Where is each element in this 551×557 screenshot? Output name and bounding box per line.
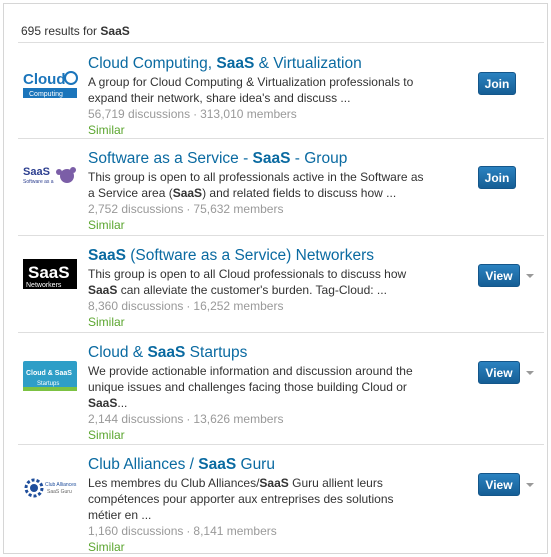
similar-link[interactable]: Similar bbox=[88, 218, 428, 233]
view-button[interactable]: View bbox=[478, 473, 520, 496]
search-results-panel: 695 results for SaaS Cloud Computing Clo… bbox=[3, 3, 548, 554]
separator: · bbox=[186, 299, 191, 313]
title-text: Guru bbox=[236, 456, 275, 473]
members-count: 13,626 members bbox=[193, 412, 284, 426]
logo-lettering: Club Alliances bbox=[45, 482, 77, 488]
view-button[interactable]: View bbox=[478, 264, 520, 287]
logo-lettering: Cloud bbox=[23, 71, 66, 88]
group-title-link[interactable]: Cloud & SaaS Startups bbox=[88, 343, 428, 362]
desc-highlight: SaaS bbox=[88, 396, 118, 410]
title-text: Startups bbox=[185, 344, 248, 361]
list-item: Cloud Computing Cloud Computing, SaaS & … bbox=[18, 42, 544, 138]
saas-group-logo-icon: SaaS Software as a bbox=[23, 166, 76, 185]
list-item: SaaS Networkers SaaS (Software as a Serv… bbox=[18, 235, 544, 332]
group-title-link[interactable]: Club Alliances / SaaS Guru bbox=[88, 455, 428, 474]
discussions-count: 2,144 discussions bbox=[88, 412, 184, 426]
group-logo[interactable]: SaaS Networkers bbox=[21, 258, 79, 290]
results-number: 695 bbox=[21, 24, 42, 38]
view-button[interactable]: View bbox=[478, 361, 520, 384]
group-stats: 56,719 discussions · 313,010 members bbox=[88, 107, 428, 122]
discussions-count: 2,752 discussions bbox=[88, 202, 184, 216]
group-logo[interactable]: Cloud & SaaS Startups bbox=[21, 360, 79, 392]
logo-lettering: Cloud & SaaS bbox=[26, 370, 72, 377]
similar-link[interactable]: Similar bbox=[88, 428, 428, 443]
group-title-link[interactable]: SaaS (Software as a Service) Networkers bbox=[88, 246, 428, 265]
group-description: We provide actionable information and di… bbox=[88, 363, 428, 411]
logo-sub-lettering: Networkers bbox=[26, 282, 62, 289]
discussions-count: 8,360 discussions bbox=[88, 299, 184, 313]
similar-link[interactable]: Similar bbox=[88, 123, 428, 138]
group-title-link[interactable]: Software as a Service - SaaS - Group bbox=[88, 149, 428, 168]
title-text: & Virtualization bbox=[254, 55, 362, 72]
desc-highlight: SaaS bbox=[259, 476, 289, 490]
similar-link[interactable]: Similar bbox=[88, 540, 428, 555]
separator: · bbox=[186, 524, 191, 538]
logo-sub-lettering: SaaS Guru bbox=[47, 489, 72, 495]
group-stats: 2,144 discussions · 13,626 members bbox=[88, 412, 428, 427]
title-highlight: SaaS bbox=[88, 247, 126, 264]
join-button[interactable]: Join bbox=[478, 166, 516, 189]
join-button[interactable]: Join bbox=[478, 72, 516, 95]
desc-text: This group is open to all Cloud professi… bbox=[88, 267, 407, 281]
logo-sub-lettering: Software as a bbox=[23, 179, 54, 185]
results-label: results for bbox=[44, 24, 98, 38]
desc-highlight: SaaS bbox=[172, 186, 203, 200]
list-item: Club Alliances SaaS Guru Club Alliances … bbox=[18, 444, 544, 554]
results-count: 695 results for SaaS bbox=[21, 24, 130, 38]
title-highlight: SaaS bbox=[216, 55, 255, 72]
title-highlight: SaaS bbox=[252, 150, 291, 167]
separator: · bbox=[186, 412, 191, 426]
separator: · bbox=[186, 202, 191, 216]
discussions-count: 1,160 discussions bbox=[88, 524, 184, 538]
group-stats: 1,160 discussions · 8,141 members bbox=[88, 524, 428, 539]
group-list: Cloud Computing Cloud Computing, SaaS & … bbox=[18, 42, 544, 554]
desc-text: We provide actionable information and di… bbox=[88, 364, 413, 394]
title-text: Software as a Service - bbox=[88, 150, 253, 167]
chevron-down-icon[interactable] bbox=[526, 274, 534, 278]
desc-highlight: SaaS bbox=[88, 283, 118, 297]
desc-text: ... bbox=[117, 396, 128, 410]
club-alliances-logo-icon: Club Alliances SaaS Guru bbox=[24, 478, 77, 498]
title-text: (Software as a Service) Networkers bbox=[125, 247, 374, 264]
members-count: 16,252 members bbox=[193, 299, 284, 313]
cloud-computing-logo-icon: Cloud Computing bbox=[23, 71, 78, 98]
group-stats: 8,360 discussions · 16,252 members bbox=[88, 299, 428, 314]
group-description: This group is open to all professionals … bbox=[88, 169, 428, 201]
group-description: A group for Cloud Computing & Virtualiza… bbox=[88, 75, 414, 105]
list-item: SaaS Software as a Software as a Service… bbox=[18, 138, 544, 235]
group-logo[interactable]: SaaS Software as a bbox=[21, 161, 79, 193]
logo-lettering: SaaS bbox=[28, 263, 70, 282]
group-title-link[interactable]: Cloud Computing, SaaS & Virtualization bbox=[88, 54, 428, 73]
title-highlight: SaaS bbox=[147, 344, 186, 361]
group-logo[interactable]: Club Alliances SaaS Guru bbox=[21, 472, 79, 504]
logo-sub-lettering: Computing bbox=[29, 91, 63, 98]
title-text: Club Alliances / bbox=[88, 456, 199, 473]
chevron-down-icon[interactable] bbox=[526, 483, 534, 487]
discussions-count: 56,719 discussions bbox=[88, 107, 191, 121]
chevron-down-icon[interactable] bbox=[526, 371, 534, 375]
separator: · bbox=[193, 107, 198, 121]
title-text: - Group bbox=[290, 150, 348, 167]
group-logo[interactable]: Cloud Computing bbox=[21, 68, 79, 100]
results-query: SaaS bbox=[100, 24, 130, 38]
title-highlight: SaaS bbox=[198, 456, 237, 473]
logo-lettering: SaaS bbox=[23, 166, 50, 178]
members-count: 75,632 members bbox=[193, 202, 284, 216]
group-description: This group is open to all Cloud professi… bbox=[88, 266, 428, 298]
logo-sub-lettering: Startups bbox=[37, 381, 59, 387]
members-count: 8,141 members bbox=[193, 524, 277, 538]
similar-link[interactable]: Similar bbox=[88, 315, 428, 330]
group-stats: 2,752 discussions · 75,632 members bbox=[88, 202, 428, 217]
desc-text: can alleviate the customer's burden. Tag… bbox=[117, 283, 387, 297]
desc-text: ) and related fields to discuss how ... bbox=[202, 186, 397, 200]
cloud-saas-startups-logo-icon: Cloud & SaaS Startups bbox=[23, 361, 77, 391]
saas-networkers-logo-icon: SaaS Networkers bbox=[23, 259, 77, 289]
list-item: Cloud & SaaS Startups Cloud & SaaS Start… bbox=[18, 332, 544, 444]
group-description: Les membres du Club Alliances/SaaS Guru … bbox=[88, 475, 428, 523]
title-text: Cloud & bbox=[88, 344, 148, 361]
title-text: Cloud Computing, bbox=[88, 55, 217, 72]
members-count: 313,010 members bbox=[200, 107, 297, 121]
desc-text: Les membres du Club Alliances/ bbox=[88, 476, 260, 490]
